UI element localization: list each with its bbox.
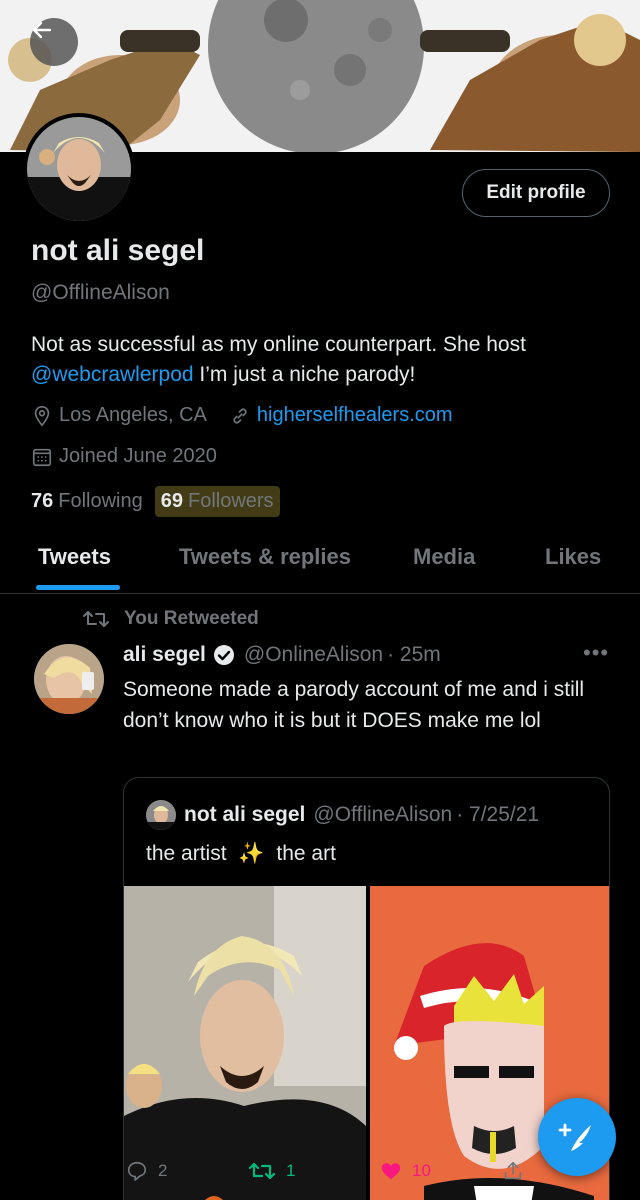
back-button[interactable] xyxy=(30,18,78,66)
profile-name: not ali segel xyxy=(31,234,205,267)
tab-tweets[interactable]: Tweets xyxy=(38,544,111,570)
bio-tail: I’m just a niche parody! xyxy=(193,363,416,386)
quoted-author-avatar xyxy=(146,800,176,830)
retweet-note: You Retweeted xyxy=(124,608,259,629)
bio-text: Not as successful as my online counterpa… xyxy=(31,333,526,356)
sparkles-icon: ✨ xyxy=(238,842,265,865)
tweet-author-avatar[interactable] xyxy=(34,644,104,714)
profile-joined: Joined June 2020 xyxy=(59,445,217,467)
quoted-text-a: the artist xyxy=(146,842,227,865)
reply-count: 2 xyxy=(158,1161,168,1180)
tweet-avatar-image xyxy=(34,644,104,714)
quoted-tweet-header: not ali segel @OfflineAlison · 7/25/21 xyxy=(146,800,539,830)
edit-profile-button[interactable]: Edit profile xyxy=(462,169,610,217)
compose-tweet-button[interactable] xyxy=(538,1098,616,1176)
reply-icon xyxy=(127,1161,147,1181)
tweet-author-handle[interactable]: @OnlineAlison xyxy=(244,643,383,667)
tweet-text: Someone made a parody account of me and … xyxy=(123,678,585,732)
retweet-action-icon xyxy=(248,1162,276,1180)
share-button[interactable] xyxy=(502,1160,524,1182)
location-pin-icon xyxy=(34,405,50,426)
tab-media[interactable]: Media xyxy=(413,544,475,570)
quoted-tweet-text: the artist ✨ the art xyxy=(146,842,336,866)
tweet-time: · 25m xyxy=(387,643,441,666)
like-icon xyxy=(381,1163,401,1180)
calendar-icon xyxy=(32,448,52,466)
tweet-actions: 2 1 10 xyxy=(0,1160,640,1200)
following-link[interactable]: 76 Following xyxy=(31,490,143,513)
tab-tweets-replies[interactable]: Tweets & replies xyxy=(179,544,351,570)
active-tab-indicator xyxy=(36,585,120,590)
quoted-media[interactable] xyxy=(124,886,609,1200)
followers-link[interactable]: 69 Followers xyxy=(154,486,280,517)
retweet-button[interactable]: 1 xyxy=(248,1160,295,1182)
like-button[interactable]: 10 xyxy=(380,1160,431,1182)
quoted-author-handle: @OfflineAlison xyxy=(313,803,453,826)
compose-tweet-icon xyxy=(558,1123,591,1151)
bio-mention-link[interactable]: @webcrawlerpod xyxy=(31,363,194,386)
back-arrow-icon xyxy=(32,21,52,39)
tabs-divider xyxy=(0,593,640,594)
reply-button[interactable]: 2 xyxy=(126,1160,167,1182)
profile-handle: @OfflineAlison xyxy=(31,281,170,304)
following-count: 76 xyxy=(31,490,54,512)
profile-website-link[interactable]: higherselfhealers.com xyxy=(257,404,453,427)
followers-count: 69 xyxy=(160,490,183,512)
follow-stats: 76 Following 69 Followers xyxy=(31,486,280,517)
retweet-icon xyxy=(83,611,109,627)
followers-label: Followers xyxy=(187,490,274,512)
profile-location: Los Angeles, CA xyxy=(59,404,207,426)
retweet-context: You Retweeted xyxy=(82,608,259,630)
quoted-tweet[interactable]: not ali segel @OfflineAlison · 7/25/21 t… xyxy=(123,777,610,1200)
quoted-date: · 7/25/21 xyxy=(456,803,540,826)
like-count: 10 xyxy=(412,1161,431,1180)
share-icon xyxy=(504,1161,522,1180)
quoted-text-b: the art xyxy=(276,842,336,865)
link-icon xyxy=(233,408,247,423)
more-icon[interactable]: ••• xyxy=(583,640,609,666)
profile-meta-row: Los Angeles, CA higherselfhealers.com xyxy=(31,404,453,427)
profile-joined-row: Joined June 2020 xyxy=(31,445,217,468)
quoted-author-name: not ali segel xyxy=(184,803,306,826)
quoted-avatar-image xyxy=(146,800,176,830)
tweet-header: ali segel @OnlineAlison · 25m xyxy=(123,643,441,667)
quoted-media-images xyxy=(124,886,609,1200)
tab-likes[interactable]: Likes xyxy=(545,544,601,570)
avatar-image xyxy=(27,117,131,221)
tweet-author-name[interactable]: ali segel xyxy=(123,643,206,667)
profile-avatar[interactable] xyxy=(23,113,135,225)
verified-badge-icon xyxy=(213,645,234,665)
following-label: Following xyxy=(58,490,143,512)
profile-bio: Not as successful as my online counterpa… xyxy=(31,330,621,390)
retweet-count: 1 xyxy=(286,1161,296,1180)
